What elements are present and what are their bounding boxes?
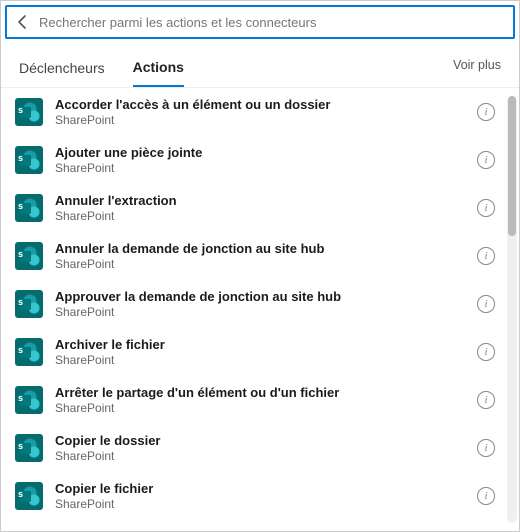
info-icon[interactable]: i xyxy=(477,247,495,265)
scrollbar-thumb[interactable] xyxy=(508,96,516,236)
action-connector: SharePoint xyxy=(55,161,477,175)
info-icon[interactable]: i xyxy=(477,487,495,505)
action-connector: SharePoint xyxy=(55,497,477,511)
action-title: Copier le fichier xyxy=(55,481,477,497)
action-title: Accorder l'accès à un élément ou un doss… xyxy=(55,97,477,113)
tabs-row: Déclencheurs Actions Voir plus xyxy=(1,43,519,88)
sharepoint-icon: s xyxy=(15,482,43,510)
action-title: Arrêter le partage d'un élément ou d'un … xyxy=(55,385,477,401)
search-input[interactable] xyxy=(39,15,505,30)
action-row[interactable]: s Ajouter une pièce jointe SharePoint i xyxy=(1,136,503,184)
action-row[interactable]: s Annuler la demande de jonction au site… xyxy=(1,232,503,280)
action-connector: SharePoint xyxy=(55,401,477,415)
action-connector: SharePoint xyxy=(55,113,477,127)
action-title: Annuler l'extraction xyxy=(55,193,477,209)
info-icon[interactable]: i xyxy=(477,343,495,361)
action-connector: SharePoint xyxy=(55,209,477,223)
sharepoint-icon: s xyxy=(15,242,43,270)
action-texts: Archiver le fichier SharePoint xyxy=(55,337,477,368)
search-bar xyxy=(5,5,515,39)
sharepoint-icon: s xyxy=(15,290,43,318)
info-icon[interactable]: i xyxy=(477,151,495,169)
sharepoint-icon: s xyxy=(15,98,43,126)
info-icon[interactable]: i xyxy=(477,391,495,409)
info-icon[interactable]: i xyxy=(477,295,495,313)
back-icon[interactable] xyxy=(15,14,31,30)
action-row[interactable]: s Accorder l'accès à un élément ou un do… xyxy=(1,88,503,136)
action-title: Annuler la demande de jonction au site h… xyxy=(55,241,477,257)
action-connector: SharePoint xyxy=(55,353,477,367)
action-texts: Copier le dossier SharePoint xyxy=(55,433,477,464)
action-row[interactable]: s Copier le fichier SharePoint i xyxy=(1,472,503,520)
action-texts: Arrêter le partage d'un élément ou d'un … xyxy=(55,385,477,416)
action-texts: Annuler l'extraction SharePoint xyxy=(55,193,477,224)
action-texts: Copier le fichier SharePoint xyxy=(55,481,477,512)
action-texts: Accorder l'accès à un élément ou un doss… xyxy=(55,97,477,128)
sharepoint-icon: s xyxy=(15,386,43,414)
info-icon[interactable]: i xyxy=(477,439,495,457)
info-icon[interactable]: i xyxy=(477,199,495,217)
action-row[interactable]: s Arrêter le partage d'un élément ou d'u… xyxy=(1,376,503,424)
action-connector: SharePoint xyxy=(55,305,477,319)
action-row[interactable]: s Annuler l'extraction SharePoint i xyxy=(1,184,503,232)
sharepoint-icon: s xyxy=(15,434,43,462)
info-icon[interactable]: i xyxy=(477,103,495,121)
action-row[interactable]: s Copier le dossier SharePoint i xyxy=(1,424,503,472)
action-texts: Annuler la demande de jonction au site h… xyxy=(55,241,477,272)
action-title: Copier le dossier xyxy=(55,433,477,449)
action-connector: SharePoint xyxy=(55,257,477,271)
actions-list-wrap: s Accorder l'accès à un élément ou un do… xyxy=(1,88,519,531)
see-more-link[interactable]: Voir plus xyxy=(453,58,501,80)
tab-actions[interactable]: Actions xyxy=(133,51,184,87)
action-row[interactable]: s Archiver le fichier SharePoint i xyxy=(1,328,503,376)
sharepoint-icon: s xyxy=(15,146,43,174)
action-connector: SharePoint xyxy=(55,449,477,463)
action-texts: Approuver la demande de jonction au site… xyxy=(55,289,477,320)
sharepoint-icon: s xyxy=(15,338,43,366)
scrollbar[interactable] xyxy=(507,96,517,523)
tab-triggers[interactable]: Déclencheurs xyxy=(19,52,105,86)
connector-actions-panel: Déclencheurs Actions Voir plus s Accorde… xyxy=(0,0,520,532)
action-title: Ajouter une pièce jointe xyxy=(55,145,477,161)
action-title: Approuver la demande de jonction au site… xyxy=(55,289,477,305)
action-texts: Ajouter une pièce jointe SharePoint xyxy=(55,145,477,176)
action-row[interactable]: s Approuver la demande de jonction au si… xyxy=(1,280,503,328)
action-title: Archiver le fichier xyxy=(55,337,477,353)
sharepoint-icon: s xyxy=(15,194,43,222)
actions-list: s Accorder l'accès à un élément ou un do… xyxy=(1,88,503,531)
